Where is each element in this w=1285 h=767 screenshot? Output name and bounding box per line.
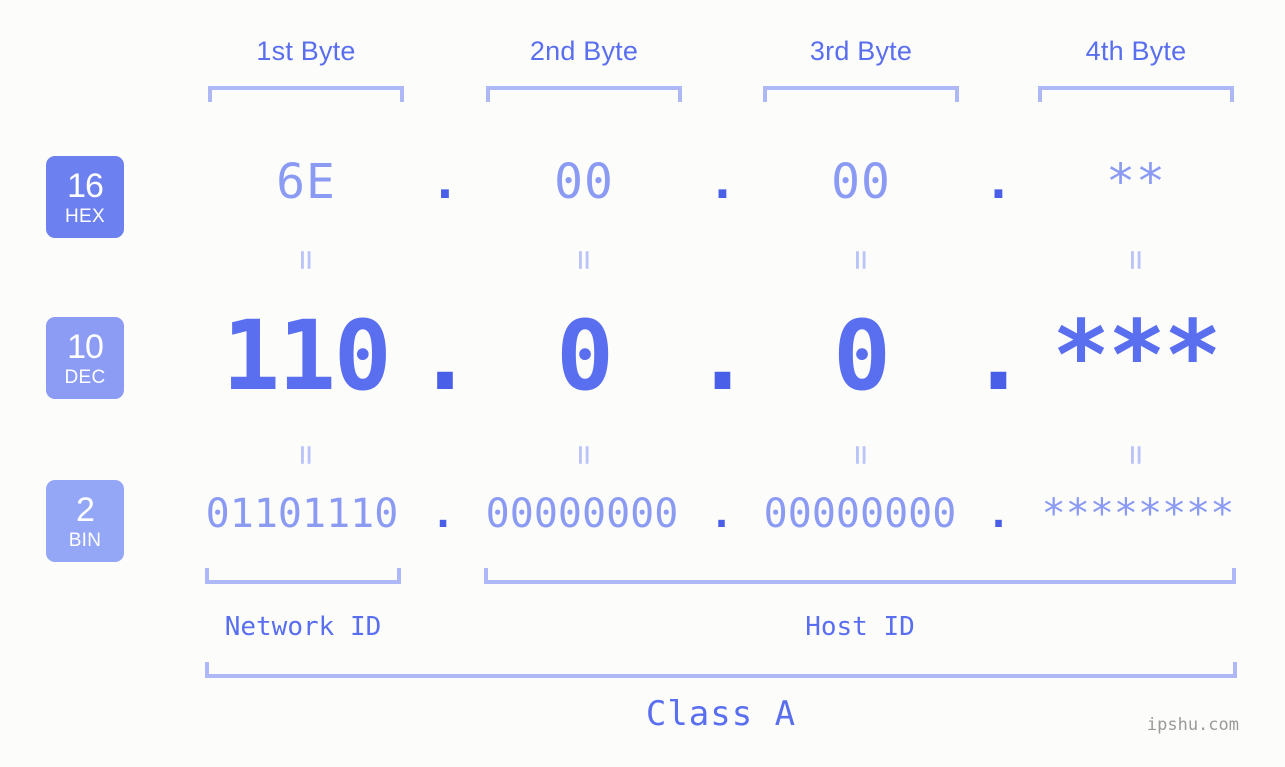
bin-byte-4: ******** [1041, 491, 1235, 537]
class-label: Class A [645, 694, 797, 734]
hex-separator-2: . [708, 154, 737, 210]
bin-separator-2: . [709, 491, 734, 537]
base-badge-hex-name: HEX [65, 205, 105, 227]
byte-bracket-1 [208, 86, 404, 102]
byte-bracket-2 [486, 86, 682, 102]
watermark: ipshu.com [1146, 715, 1239, 735]
bin-byte-2: 00000000 [485, 491, 679, 537]
bin-byte-3: 00000000 [763, 491, 957, 537]
host-id-label: Host ID [805, 612, 915, 642]
network-id-bracket [205, 568, 401, 584]
hex-separator-1: . [430, 154, 460, 210]
base-badge-hex-number: 16 [67, 166, 104, 205]
base-badge-bin-name: BIN [68, 529, 102, 551]
bin-byte-1: 01101110 [205, 491, 399, 537]
hex-separator-3: . [984, 154, 1013, 210]
dec-separator-2: . [693, 300, 752, 412]
base-badge-dec-name: DEC [64, 366, 106, 388]
base-badge-dec: 10 DEC [46, 317, 124, 399]
base-badge-bin-number: 2 [76, 490, 95, 529]
bin-separator-3: . [986, 491, 1011, 537]
dec-separator-3: . [969, 300, 1028, 412]
base-badge-bin: 2 BIN [46, 480, 124, 562]
byte-header-2: 2nd Byte [529, 36, 639, 66]
base-badge-hex: 16 HEX [46, 156, 124, 238]
byte-bracket-4 [1038, 86, 1234, 102]
byte-header-3: 3rd Byte [809, 36, 913, 66]
host-id-bracket [484, 568, 1236, 584]
byte-header-4: 4th Byte [1085, 36, 1187, 66]
ip-breakdown-diagram: 1st Byte 2nd Byte 3rd Byte 4th Byte 16 H… [0, 0, 1285, 767]
byte-header-1: 1st Byte [256, 36, 356, 66]
bin-separator-1: . [430, 491, 456, 537]
class-bracket [205, 662, 1237, 678]
network-id-label: Network ID [224, 612, 382, 642]
dec-separator-1: . [416, 300, 474, 412]
base-badge-dec-number: 10 [67, 327, 104, 366]
byte-bracket-3 [763, 86, 959, 102]
